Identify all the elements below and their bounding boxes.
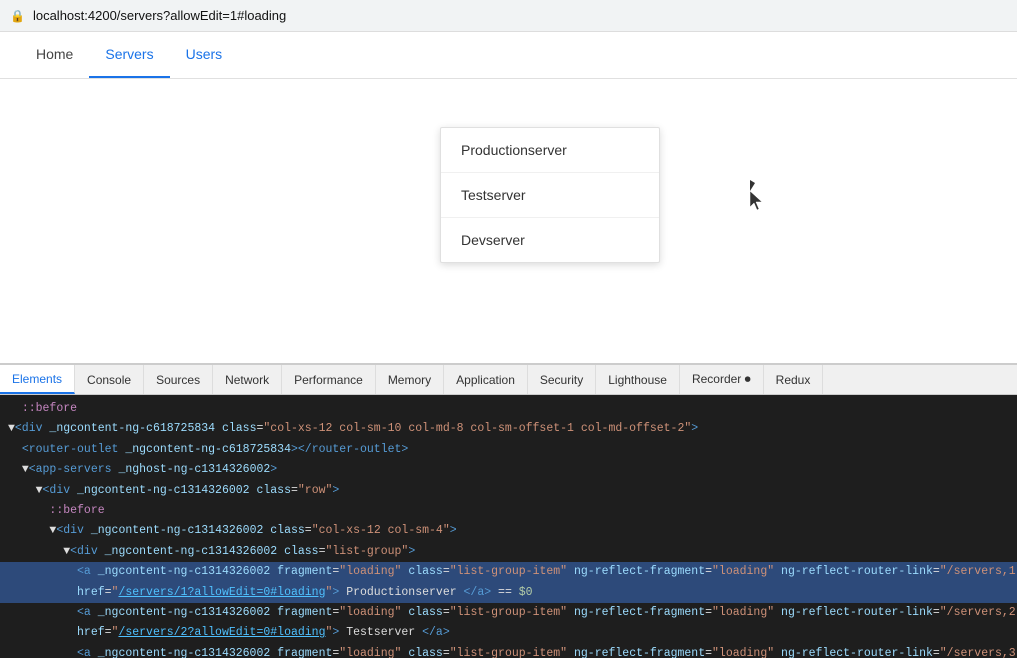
servers-dropdown: Productionserver Testserver Devserver: [440, 127, 660, 263]
tab-console[interactable]: Console: [75, 365, 144, 394]
code-line-5: ▼<div _ngcontent-ng-c1314326002 class="r…: [0, 481, 1017, 501]
tab-recorder[interactable]: Recorder ⏺: [680, 365, 764, 394]
browser-bar: 🔒 localhost:4200/servers?allowEdit=1#loa…: [0, 0, 1017, 32]
url-bar[interactable]: localhost:4200/servers?allowEdit=1#loadi…: [33, 8, 286, 23]
tab-application[interactable]: Application: [444, 365, 528, 394]
code-line-1: ::before: [0, 399, 1017, 419]
tab-network[interactable]: Network: [213, 365, 282, 394]
code-line-6: ::before: [0, 501, 1017, 521]
devtools-content: ::before ▼<div _ngcontent-ng-c618725834 …: [0, 395, 1017, 658]
code-line-3: <router-outlet _ngcontent-ng-c618725834>…: [0, 440, 1017, 460]
app-area: Home Servers Users Productionserver Test…: [0, 32, 1017, 362]
devtools-tabs: Elements Console Sources Network Perform…: [0, 365, 1017, 395]
code-line-8: ▼<div _ngcontent-ng-c1314326002 class="l…: [0, 542, 1017, 562]
code-line-13: <a _ngcontent-ng-c1314326002 fragment="l…: [0, 644, 1017, 658]
code-line-12: href="/servers/2?allowEdit=0#loading"> T…: [0, 623, 1017, 643]
tab-elements[interactable]: Elements: [0, 365, 75, 394]
code-line-2: ▼<div _ngcontent-ng-c618725834 class="co…: [0, 419, 1017, 439]
dropdown-item-devserver[interactable]: Devserver: [441, 218, 659, 262]
code-line-7: ▼<div _ngcontent-ng-c1314326002 class="c…: [0, 521, 1017, 541]
tab-sources[interactable]: Sources: [144, 365, 213, 394]
tab-redux[interactable]: Redux: [764, 365, 824, 394]
code-line-9: <a _ngcontent-ng-c1314326002 fragment="l…: [0, 562, 1017, 582]
tab-memory[interactable]: Memory: [376, 365, 444, 394]
tab-security[interactable]: Security: [528, 365, 596, 394]
nav-bar: Home Servers Users: [0, 32, 1017, 79]
devtools-panel: Elements Console Sources Network Perform…: [0, 363, 1017, 658]
nav-tab-servers[interactable]: Servers: [89, 32, 169, 78]
mouse-cursor: [750, 180, 762, 200]
nav-tab-users[interactable]: Users: [170, 32, 239, 78]
dropdown-item-testserver[interactable]: Testserver: [441, 173, 659, 218]
code-line-11: <a _ngcontent-ng-c1314326002 fragment="l…: [0, 603, 1017, 623]
nav-tab-home[interactable]: Home: [20, 32, 89, 78]
code-line-10: href="/servers/1?allowEdit=0#loading"> P…: [0, 583, 1017, 603]
dropdown-item-productionserver[interactable]: Productionserver: [441, 128, 659, 173]
code-line-4: ▼<app-servers _nghost-ng-c1314326002>: [0, 460, 1017, 480]
tab-lighthouse[interactable]: Lighthouse: [596, 365, 680, 394]
lock-icon: 🔒: [10, 9, 25, 23]
tab-performance[interactable]: Performance: [282, 365, 376, 394]
